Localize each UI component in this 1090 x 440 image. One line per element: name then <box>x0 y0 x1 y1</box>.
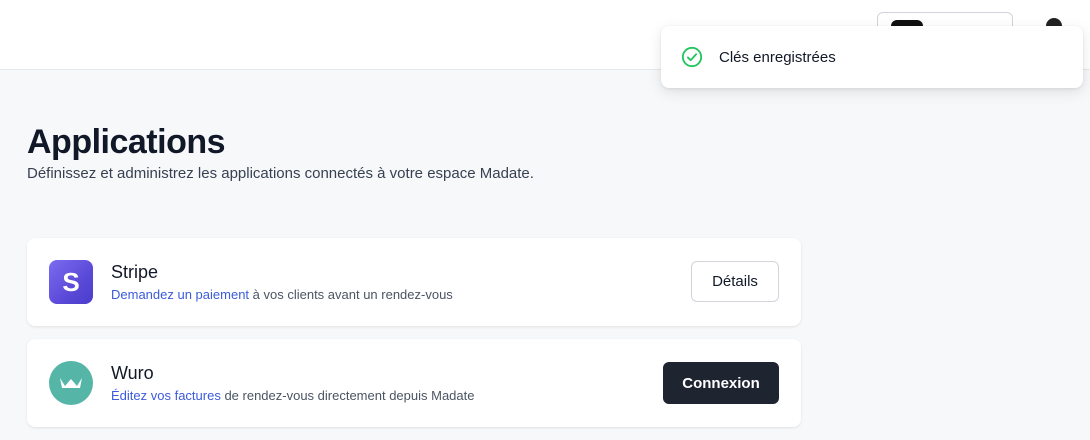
app-name: Stripe <box>111 262 159 282</box>
app-description-link[interactable]: Demandez un paiement <box>111 287 249 302</box>
wuro-logo <box>49 361 93 405</box>
app-description: Demandez un paiement à vos clients avant… <box>111 287 453 302</box>
connect-button[interactable]: Connexion <box>663 362 779 404</box>
check-circle-icon <box>681 46 703 68</box>
app-description-link[interactable]: Éditez vos factures <box>111 388 221 403</box>
app-description: Éditez vos factures de rendez-vous direc… <box>111 388 474 403</box>
app-description-text: à vos clients avant un rendez-vous <box>249 287 453 302</box>
toast-message: Clés enregistrées <box>719 48 836 66</box>
page-title: Applications <box>27 123 226 161</box>
stripe-logo: S <box>49 260 93 304</box>
page-subtitle: Définissez et administrez les applicatio… <box>27 165 534 182</box>
success-toast: Clés enregistrées <box>661 26 1083 88</box>
app-card-stripe: S Stripe Demandez un paiement à vos clie… <box>27 238 801 326</box>
app-name: Wuro <box>111 363 154 383</box>
stripe-logo-letter: S <box>62 266 80 297</box>
app-card-wuro: Wuro Éditez vos factures de rendez-vous … <box>27 339 801 427</box>
crown-icon <box>60 378 82 388</box>
app-description-text: de rendez-vous directement depuis Madate <box>220 388 475 403</box>
details-button[interactable]: Détails <box>691 261 779 302</box>
